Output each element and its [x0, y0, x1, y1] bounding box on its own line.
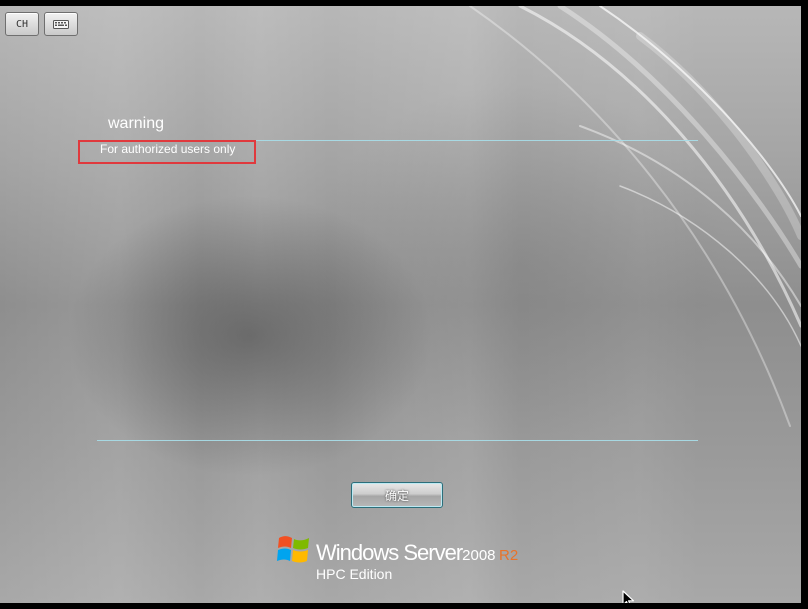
- dialog-title: warning: [108, 115, 165, 132]
- ok-button[interactable]: 确定: [351, 482, 443, 508]
- keyboard-button[interactable]: [44, 12, 78, 36]
- background-swoosh: [469, 6, 801, 427]
- language-button[interactable]: CH: [5, 12, 39, 36]
- mouse-cursor-icon: [622, 590, 635, 603]
- bottom-divider: [97, 440, 698, 441]
- product-version: 2008: [462, 547, 496, 564]
- product-edition: HPC Edition: [316, 566, 393, 582]
- windows-flag-icon: [277, 536, 309, 563]
- dialog-message: For authorized users only: [100, 142, 236, 156]
- product-wordmark: Windows Server2008 R2: [316, 540, 518, 566]
- product-name: Windows Server: [316, 540, 463, 565]
- product-release: R2: [498, 547, 519, 564]
- keyboard-icon: [53, 20, 69, 29]
- logon-screen: CH warning For authorized users only 确定 …: [0, 6, 801, 603]
